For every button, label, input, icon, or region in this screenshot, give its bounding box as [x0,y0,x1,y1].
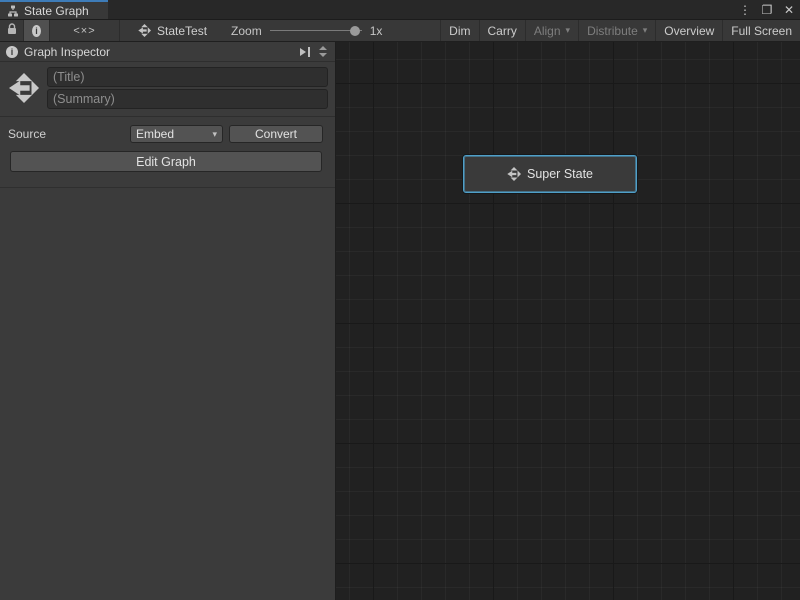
zoom-slider-thumb[interactable] [350,26,360,36]
dim-button[interactable]: Dim [440,20,478,41]
code-preview-button[interactable]: <×> [50,20,120,41]
main-area: i Graph Inspector Source E [0,42,800,600]
zoom-control: Zoom 1x [231,20,382,41]
graph-name: StateTest [157,24,207,38]
zoom-label: Zoom [231,24,262,38]
graph-breadcrumb[interactable]: StateTest [128,20,217,41]
toolbar-right-group: Dim Carry Align ▾ Distribute ▾ Overview … [440,20,800,41]
distribute-button[interactable]: Distribute ▾ [578,20,655,41]
graph-title-input[interactable] [47,67,328,87]
tab-strip: State Graph ⋮ ❐ ✕ [0,0,800,20]
source-dropdown[interactable]: Embed ▾ [130,125,223,143]
chevron-down-icon: ▾ [566,25,571,36]
chevron-down-icon: ▾ [643,25,648,36]
source-row: Source Embed ▾ Convert [0,117,335,143]
chevron-down-icon [319,53,327,57]
full-screen-button[interactable]: Full Screen [722,20,800,41]
edit-graph-row: Edit Graph [0,143,335,172]
graph-canvas[interactable]: Super State [336,42,800,600]
node-label: Super State [527,167,593,181]
dock-panel-icon[interactable] [300,47,310,57]
graph-meta-section [0,62,335,117]
toolbar-left-group: i <×> [0,20,120,41]
carry-button[interactable]: Carry [479,20,525,41]
tab-state-graph[interactable]: State Graph [0,0,108,19]
state-graph-icon [507,167,521,181]
chevron-up-icon [319,46,327,50]
graph-fields [47,67,328,109]
info-icon: i [6,46,18,58]
info-icon: i [32,25,41,37]
source-label: Source [8,127,124,141]
unity-window: State Graph ⋮ ❐ ✕ i <×> StateTest [0,0,800,600]
inspector-header-controls [300,46,329,57]
inspector-header: i Graph Inspector [0,42,335,62]
zoom-value: 1x [370,24,383,38]
maximize-icon[interactable]: ❐ [760,3,774,17]
overview-button[interactable]: Overview [655,20,722,41]
super-state-node[interactable]: Super State [463,155,637,193]
edit-graph-button[interactable]: Edit Graph [10,151,322,172]
inspector-title: Graph Inspector [24,45,110,59]
graph-toolbar: i <×> StateTest Zoom 1x Dim Carry Align … [0,20,800,42]
state-graph-icon [138,24,151,37]
graph-tree-icon [7,5,19,17]
convert-button[interactable]: Convert [229,125,323,143]
panel-stepper[interactable] [317,46,329,57]
align-button[interactable]: Align ▾ [525,20,578,41]
window-menu-icon[interactable]: ⋮ [738,3,752,17]
chevron-down-icon: ▾ [212,129,217,140]
close-icon[interactable]: ✕ [782,3,796,17]
zoom-slider-track [270,30,362,31]
lock-button[interactable] [0,20,24,41]
inspector-empty-area [0,188,335,600]
align-label: Align [534,24,561,38]
distribute-label: Distribute [587,24,638,38]
window-controls: ⋮ ❐ ✕ [738,0,796,20]
graph-summary-input[interactable] [47,89,328,109]
lock-icon [7,23,17,38]
zoom-slider[interactable] [270,20,362,42]
graph-inspector-panel: i Graph Inspector Source E [0,42,336,600]
state-graph-icon [7,67,41,109]
inspector-toggle-button[interactable]: i [24,20,50,41]
tab-label: State Graph [24,4,89,18]
source-value: Embed [136,127,174,141]
